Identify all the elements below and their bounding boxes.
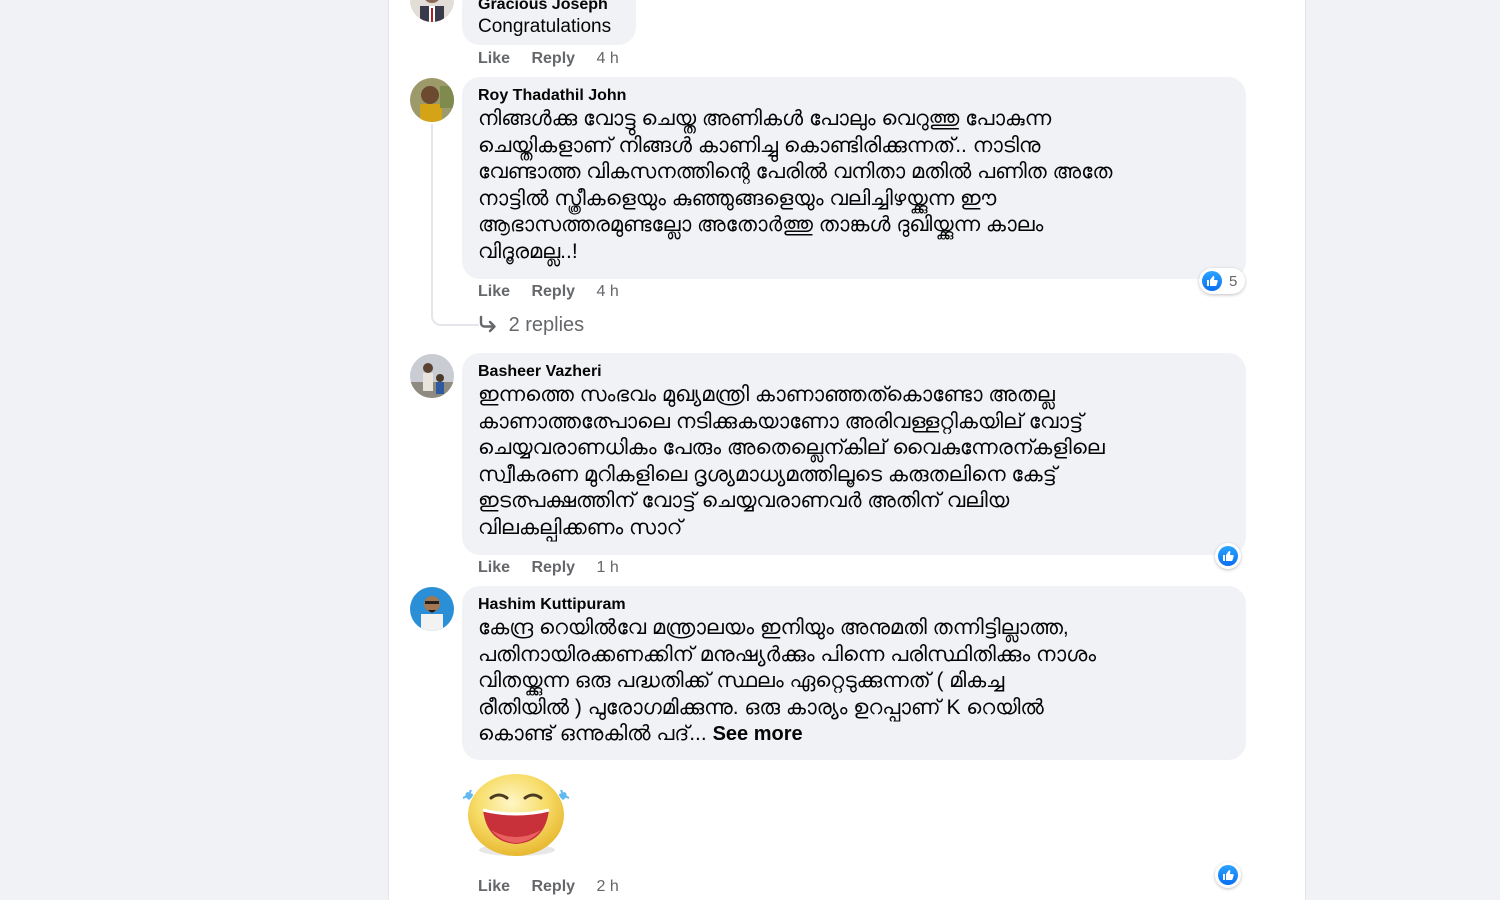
comment-bubble: Hashim Kuttipuram കേന്ദ്ര റെയിൽവേ മന്ത്ര… — [462, 586, 1246, 760]
like-button[interactable]: Like — [478, 559, 510, 576]
avatar[interactable] — [410, 587, 454, 631]
like-reaction-icon — [1202, 271, 1222, 291]
laughing-face-sticker — [461, 770, 571, 862]
comment-text: ഇന്നത്തെ സംഭവം മുഖ്യമന്ത്രി കാണാഞ്ഞത്കൊണ… — [478, 383, 1105, 539]
reply-button[interactable]: Reply — [531, 559, 575, 576]
replies-count-label: 2 replies — [508, 314, 585, 336]
reaction-summary[interactable] — [1215, 862, 1241, 888]
comment-bubble: Basheer Vazheri ഇന്നത്തെ സംഭവം മുഖ്യമന്ത… — [462, 353, 1246, 555]
avatar[interactable] — [410, 354, 454, 398]
comment-author[interactable]: Gracious Joseph — [478, 0, 620, 15]
avatar[interactable] — [410, 78, 454, 122]
comment-timestamp[interactable]: 4 h — [597, 283, 619, 300]
comment-timestamp[interactable]: 4 h — [597, 50, 619, 67]
avatar[interactable] — [410, 0, 454, 22]
like-reaction-icon — [1218, 546, 1238, 566]
comment-actions: Like Reply 4 h — [478, 281, 619, 303]
like-reaction-icon — [1218, 865, 1238, 885]
reaction-summary[interactable]: 5 — [1199, 268, 1246, 294]
comment-author[interactable]: Roy Thadathil John — [478, 86, 1230, 106]
comment-actions: Like Reply 2 h — [478, 876, 619, 898]
comment-actions: Like Reply 4 h — [478, 48, 619, 70]
see-more-link[interactable]: See more — [713, 723, 803, 745]
like-button[interactable]: Like — [478, 50, 510, 67]
reply-button[interactable]: Reply — [531, 878, 575, 895]
like-button[interactable]: Like — [478, 283, 510, 300]
reply-arrow-icon — [477, 314, 505, 336]
comment-text: Congratulations — [478, 16, 612, 37]
reply-button[interactable]: Reply — [531, 50, 575, 67]
comment-text: നിങ്ങൾക്കു വോട്ടു ചെയ്ത അണികൾ പോലും വെറു… — [478, 107, 1113, 263]
comment-text: കേന്ദ്ര റെയിൽവേ മന്ത്രാലയം ഇനിയും അനുമതി… — [478, 615, 1230, 748]
comment-author[interactable]: Hashim Kuttipuram — [478, 595, 1230, 615]
comment-author[interactable]: Basheer Vazheri — [478, 362, 1230, 382]
reaction-count: 5 — [1229, 272, 1238, 290]
comment-bubble: Gracious Joseph Congratulations — [462, 0, 636, 45]
comments-column: Gracious Joseph Congratulations Like Rep… — [388, 0, 1306, 900]
comment-actions: Like Reply 1 h — [478, 557, 619, 579]
comment-timestamp[interactable]: 1 h — [597, 559, 619, 576]
reaction-summary[interactable] — [1215, 543, 1241, 569]
reply-button[interactable]: Reply — [531, 283, 575, 300]
view-replies-link[interactable]: 2 replies — [477, 313, 584, 337]
like-button[interactable]: Like — [478, 878, 510, 895]
comment-timestamp[interactable]: 2 h — [597, 878, 619, 895]
comment-bubble: Roy Thadathil John നിങ്ങൾക്കു വോട്ടു ചെയ… — [462, 77, 1246, 279]
